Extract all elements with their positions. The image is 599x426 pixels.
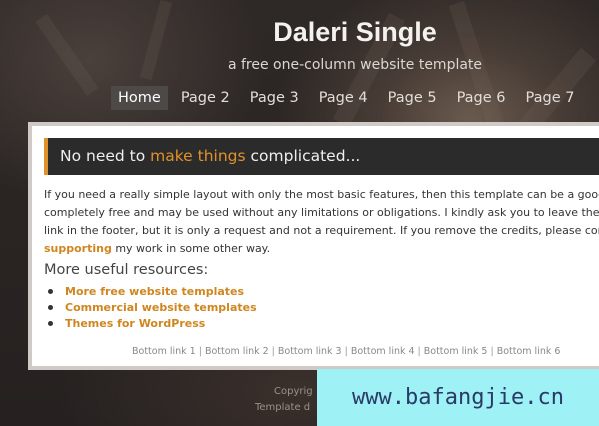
resource-link[interactable]: Themes for WordPress: [65, 317, 205, 330]
separator: |: [490, 346, 494, 357]
resource-item[interactable]: More free website templates: [44, 284, 257, 300]
resources-list: More free website templates Commercial w…: [44, 284, 257, 332]
site-tagline: a free one-column website template: [227, 57, 483, 73]
resource-link[interactable]: More free website templates: [65, 285, 244, 298]
footer-credit: Template d: [255, 402, 311, 413]
intro-line: completely free and may be used without …: [44, 206, 599, 219]
bullet-icon: [48, 321, 53, 326]
nav-item-page-5[interactable]: Page 5: [381, 86, 444, 110]
headline-banner: No need to make things complicated...: [44, 138, 599, 175]
intro-line: supporting my work in some other way.: [44, 240, 599, 258]
headline-text: No need to: [60, 147, 151, 165]
intro-line-rest: my work in some other way.: [111, 242, 271, 255]
bottom-links: Bottom link 1 | Bottom link 2 | Bottom link …: [132, 346, 560, 357]
nav-item-page-2[interactable]: Page 2: [174, 86, 237, 110]
footer-copyright: Copyrig: [274, 386, 313, 397]
separator: |: [417, 346, 421, 357]
nav-item-page-4[interactable]: Page 4: [312, 86, 375, 110]
nav-item-page-3[interactable]: Page 3: [243, 86, 306, 110]
site-title[interactable]: Daleri Single: [210, 17, 500, 48]
bullet-icon: [48, 289, 53, 294]
resource-item[interactable]: Themes for WordPress: [44, 316, 257, 332]
resource-item[interactable]: Commercial website templates: [44, 300, 257, 316]
supporting-link[interactable]: supporting: [44, 242, 112, 255]
bottom-link-6[interactable]: Bottom link 6: [497, 346, 561, 357]
background-shard: [35, 14, 99, 96]
intro-line: link in the footer, but it is only a req…: [44, 224, 599, 237]
separator: |: [198, 346, 202, 357]
nav-item-page-7[interactable]: Page 7: [519, 86, 582, 110]
resource-link[interactable]: Commercial website templates: [65, 301, 257, 314]
content-panel: No need to make things complicated... If…: [28, 122, 599, 370]
separator: |: [271, 346, 275, 357]
background-shard: [139, 0, 173, 81]
nav-item-page-6[interactable]: Page 6: [450, 86, 513, 110]
headline-highlight: make things: [150, 147, 246, 165]
bottom-link-1[interactable]: Bottom link 1: [132, 346, 196, 357]
bottom-link-4[interactable]: Bottom link 4: [351, 346, 415, 357]
watermark-overlay: www.bafangjie.cn: [317, 369, 599, 426]
intro-line: If you need a really simple layout with …: [44, 188, 599, 201]
bottom-link-3[interactable]: Bottom link 3: [278, 346, 342, 357]
headline-text-end: complicated...: [245, 147, 361, 165]
main-nav: Home Page 2 Page 3 Page 4 Page 5 Page 6 …: [111, 86, 587, 110]
intro-paragraph: If you need a really simple layout with …: [44, 186, 599, 258]
bottom-link-2[interactable]: Bottom link 2: [205, 346, 269, 357]
resources-heading: More useful resources:: [44, 262, 209, 278]
bottom-link-5[interactable]: Bottom link 5: [424, 346, 488, 357]
nav-item-home[interactable]: Home: [111, 86, 168, 110]
bullet-icon: [48, 305, 53, 310]
separator: |: [344, 346, 348, 357]
